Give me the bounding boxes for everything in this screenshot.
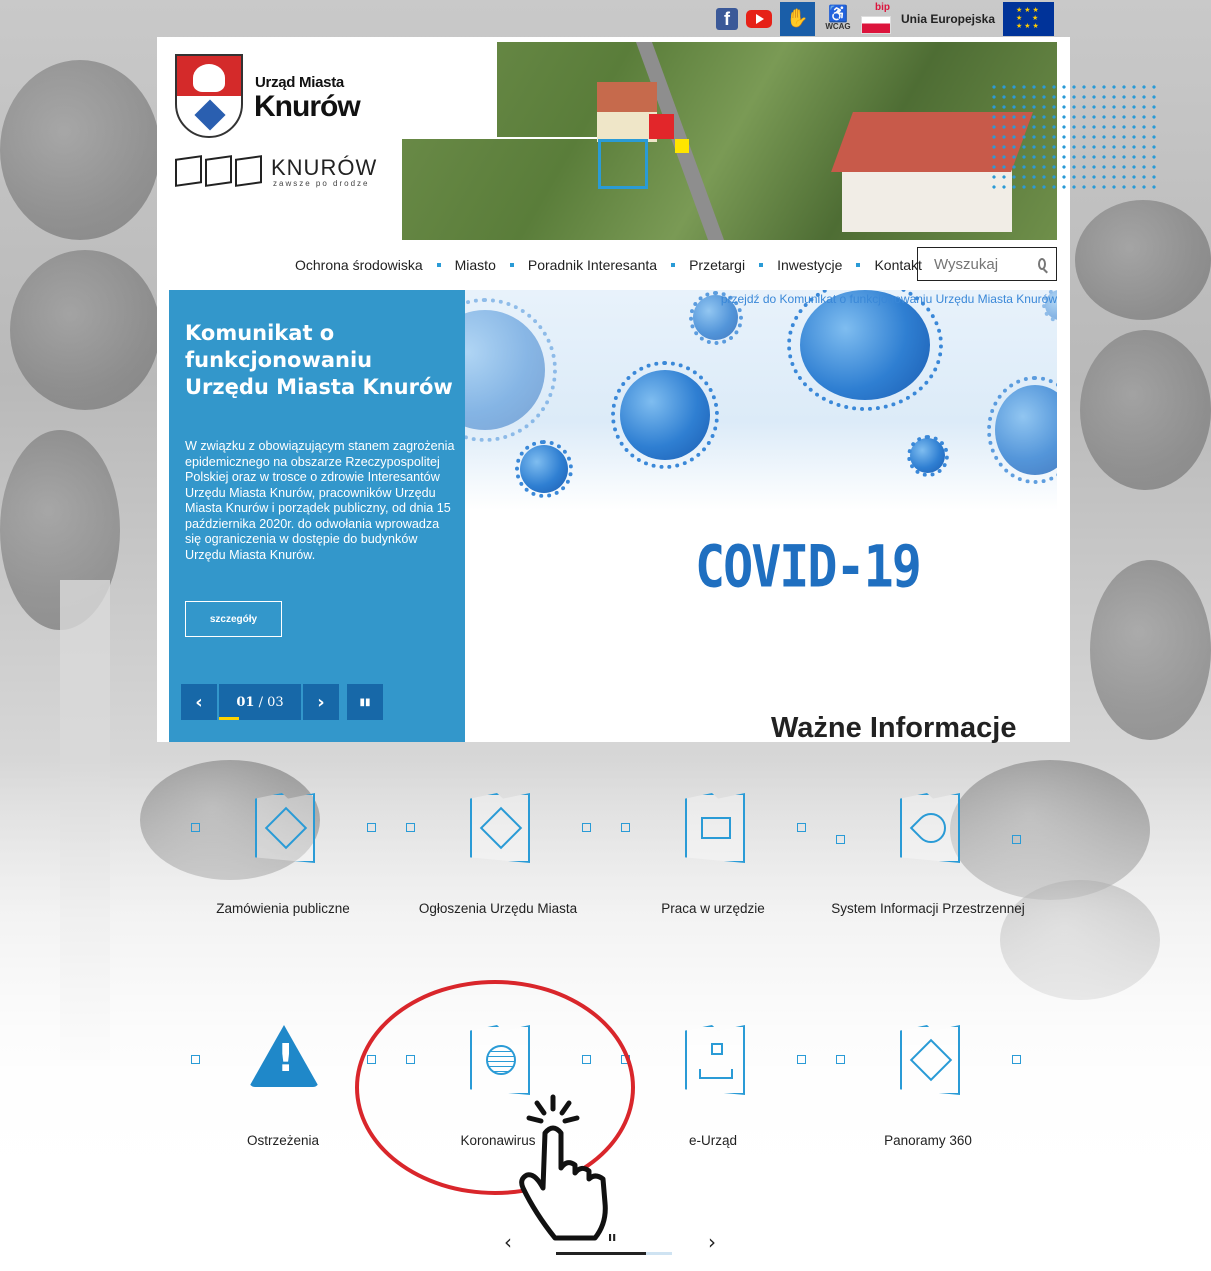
chevron-right-icon: ›	[317, 691, 325, 713]
compass-icon	[900, 1025, 960, 1095]
nav-separator	[509, 263, 514, 267]
nav-item-przetargi[interactable]: Przetargi	[689, 257, 745, 273]
section-title: Ważne Informacje	[771, 712, 1017, 744]
logo-title: Knurów	[254, 90, 361, 123]
pager-progress	[556, 1252, 647, 1255]
tile-label: Ostrzeżenia	[246, 1133, 320, 1148]
facebook-icon[interactable]: f	[716, 7, 738, 30]
search-input[interactable]	[934, 255, 1030, 273]
slider-controls: ‹ 01 / 03 › ▮▮	[181, 684, 383, 720]
tile-label: Zamówienia publiczne	[216, 901, 350, 916]
nav-item-miasto[interactable]: Miasto	[455, 257, 496, 273]
chevron-right-icon[interactable]: ›	[708, 1230, 716, 1254]
wcag-icon[interactable]: ♿ WCAG	[823, 6, 853, 31]
sign-language-icon[interactable]: ✋	[780, 1, 815, 36]
search-icon[interactable]	[1038, 258, 1046, 270]
pause-icon: ▮▮	[359, 696, 371, 708]
slide-image[interactable]: przejdź do Komunikat o funkcjonowaniu Ur…	[465, 290, 1057, 742]
chevron-left-icon: ‹	[195, 691, 203, 713]
slider-pause-button[interactable]: ▮▮	[347, 684, 383, 720]
org-chart-icon	[685, 1025, 745, 1095]
slide-text: W związku z obowiązującym stanem zagroże…	[185, 439, 455, 562]
logo-subtitle: Urząd Miasta	[255, 74, 344, 91]
slide-total: 03	[267, 694, 284, 710]
slider-next-button[interactable]: ›	[303, 684, 339, 720]
map-pin-icon	[900, 793, 960, 863]
utility-bar: f ✋ ♿ WCAG bip Unia Europejska	[716, 0, 1058, 37]
slide-current: 01	[236, 694, 255, 710]
tile-e-urzad[interactable]: e-Urząd	[613, 1025, 813, 1175]
city-hall-photo	[402, 42, 1057, 240]
eu-flag-icon	[1003, 1, 1055, 36]
tile-label: Ogłoszenia Urzędu Miasta	[418, 901, 578, 916]
header-container: Urząd Miasta Knurów KNURÓW zawsze po dro…	[157, 37, 1159, 744]
brand-mark-icon	[175, 155, 262, 187]
nav-separator	[856, 263, 861, 267]
bip-label: bip	[875, 1, 890, 13]
nav-item-kontakt[interactable]: Kontakt	[874, 257, 921, 273]
nav-separator	[759, 263, 764, 267]
covid-caption: COVID-19	[695, 533, 922, 601]
slide-panel: Komunikat o funkcjonowaniu Urzędu Miasta…	[169, 290, 465, 742]
tiles-pager: ‹ ıı ›	[500, 1230, 730, 1260]
tile-zamowienia[interactable]: Zamówienia publiczne	[183, 793, 383, 943]
briefcase-icon	[685, 793, 745, 863]
tile-label: e-Urząd	[688, 1133, 737, 1148]
ruler-document-icon	[470, 793, 530, 863]
slide-title[interactable]: Komunikat o funkcjonowaniu Urzędu Miasta…	[185, 320, 455, 401]
tile-sip[interactable]: System Informacji Przestrzennej	[828, 793, 1028, 943]
tile-label: Panoramy 360	[884, 1133, 972, 1148]
slide-link[interactable]: przejdź do Komunikat o funkcjonowaniu Ur…	[721, 292, 1057, 306]
details-button[interactable]: szczegóły	[185, 601, 282, 637]
chevron-left-icon[interactable]: ‹	[504, 1230, 512, 1254]
wcag-label: WCAG	[825, 21, 851, 31]
tile-panoramy[interactable]: Panoramy 360	[828, 1025, 1028, 1175]
slide-progress-bar	[219, 717, 240, 720]
hand-pointer-icon	[519, 1094, 608, 1241]
tile-label: Praca w urzędzie	[661, 901, 765, 916]
coat-of-arms-icon	[175, 54, 243, 138]
eu-label[interactable]: Unia Europejska	[901, 12, 995, 26]
search-box	[917, 247, 1057, 281]
slide-counter: 01 / 03	[219, 684, 301, 720]
bip-flag-icon	[861, 15, 891, 34]
nav-item-ochrona-srodowiska[interactable]: Ochrona środowiska	[295, 257, 423, 273]
main-nav: Ochrona środowiska Miasto Poradnik Inter…	[295, 247, 922, 283]
nav-item-poradnik[interactable]: Poradnik Interesanta	[528, 257, 657, 273]
slider-prev-button[interactable]: ‹	[181, 684, 217, 720]
nav-item-inwestycje[interactable]: Inwestycje	[777, 257, 842, 273]
nav-separator	[671, 263, 676, 267]
dot-pattern-decoration	[989, 82, 1159, 194]
brand-wordmark: KNURÓW	[271, 155, 378, 180]
youtube-icon[interactable]	[746, 9, 772, 28]
tile-ostrzezenia[interactable]: ! Ostrzeżenia	[183, 1025, 383, 1175]
handshake-document-icon	[255, 793, 315, 863]
tile-ogloszenia[interactable]: Ogłoszenia Urzędu Miasta	[398, 793, 598, 943]
bip-link[interactable]: bip	[861, 2, 893, 36]
brand-tagline: zawsze po drodze	[273, 179, 370, 188]
tile-praca[interactable]: Praca w urzędzie	[613, 793, 813, 943]
pause-icon[interactable]: ıı	[608, 1230, 616, 1244]
nav-separator	[436, 263, 441, 267]
brand-logo: KNURÓW zawsze po drodze	[175, 155, 376, 195]
tile-label: System Informacji Przestrzennej	[831, 901, 1025, 916]
